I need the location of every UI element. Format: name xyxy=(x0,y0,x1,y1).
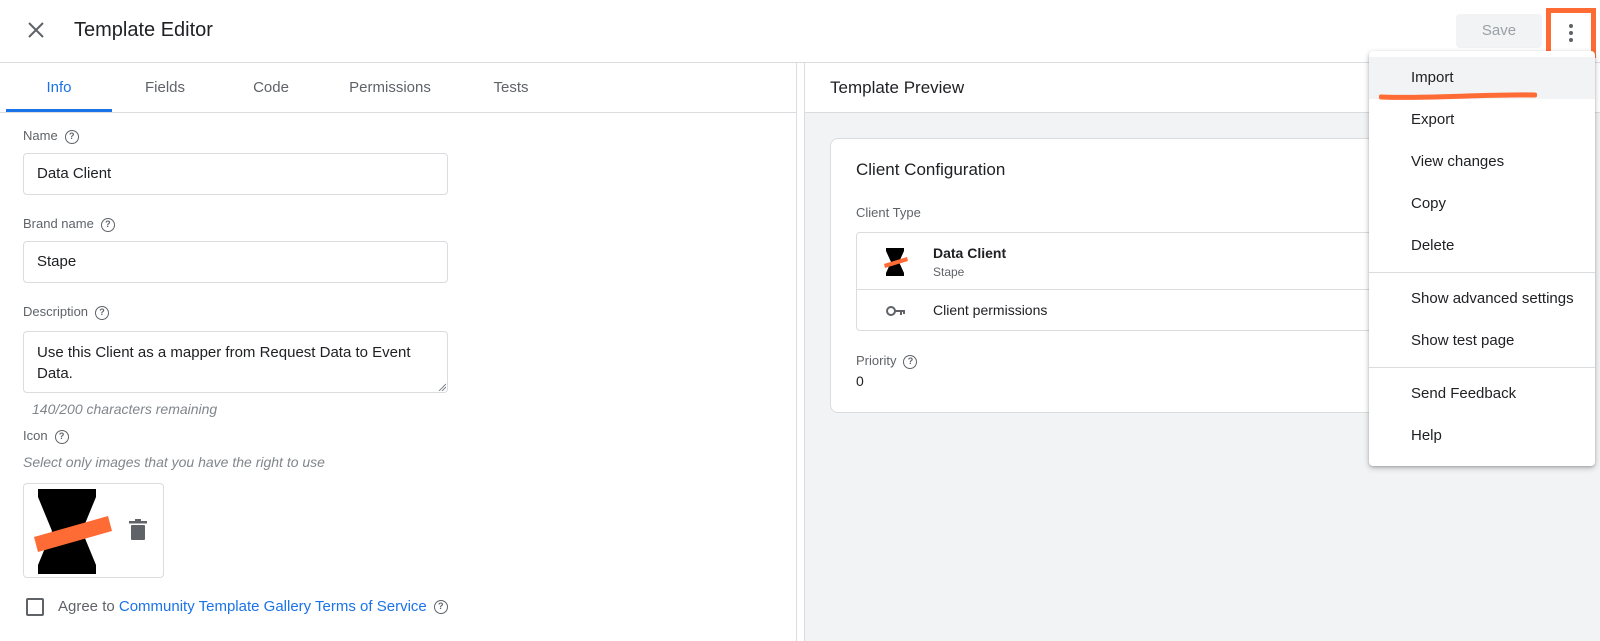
priority-label: Priority? xyxy=(856,353,918,369)
resize-grip-icon[interactable] xyxy=(438,383,446,391)
help-icon[interactable]: ? xyxy=(100,217,115,232)
key-icon xyxy=(886,306,905,316)
icon-label: Icon? xyxy=(23,428,69,444)
save-button[interactable]: Save xyxy=(1456,14,1542,48)
menu-item-delete[interactable]: Delete xyxy=(1369,225,1595,267)
brand-name-label: Brand name? xyxy=(23,216,115,232)
client-type-box: Data Client Stape Client permissions xyxy=(856,232,1436,331)
description-textarea[interactable]: Use this Client as a mapper from Request… xyxy=(23,331,448,393)
card-title: Client Configuration xyxy=(856,160,1006,179)
tab-info[interactable]: Info xyxy=(6,63,112,113)
description-label: Description? xyxy=(23,304,110,320)
menu-item-view-changes[interactable]: View changes xyxy=(1369,141,1595,183)
tab-tests[interactable]: Tests xyxy=(458,63,564,113)
client-type-label: Client Type xyxy=(856,205,921,220)
menu-item-copy[interactable]: Copy xyxy=(1369,183,1595,225)
name-label: Name? xyxy=(23,128,79,144)
help-icon[interactable]: ? xyxy=(54,429,69,444)
menu-divider xyxy=(1369,367,1595,368)
char-count: 140/200 characters remaining xyxy=(32,401,218,417)
trash-icon[interactable] xyxy=(128,519,148,541)
client-brand: Stape xyxy=(933,265,965,279)
preview-title: Template Preview xyxy=(830,78,965,97)
priority-value: 0 xyxy=(856,373,864,389)
client-permissions-label: Client permissions xyxy=(933,302,1048,318)
icon-preview-box xyxy=(23,483,164,578)
terms-link[interactable]: Community Template Gallery Terms of Serv… xyxy=(119,598,427,615)
menu-item-test-page[interactable]: Show test page xyxy=(1369,320,1595,362)
more-vert-icon xyxy=(1569,24,1573,42)
help-icon[interactable]: ? xyxy=(903,354,918,369)
menu-item-export[interactable]: Export xyxy=(1369,99,1595,141)
brand-name-input[interactable]: Stape xyxy=(23,241,448,283)
terms-checkbox[interactable] xyxy=(26,598,44,616)
name-input[interactable]: Data Client xyxy=(23,153,448,195)
menu-item-send-feedback[interactable]: Send Feedback xyxy=(1369,373,1595,415)
client-configuration-card: Client Configuration Client Type Data Cl… xyxy=(830,138,1436,413)
close-icon[interactable] xyxy=(22,16,50,44)
terms-text: Agree to Community Template Gallery Term… xyxy=(58,598,448,615)
menu-item-advanced-settings[interactable]: Show advanced settings xyxy=(1369,278,1595,320)
tab-permissions[interactable]: Permissions xyxy=(330,63,450,113)
help-icon[interactable]: ? xyxy=(95,305,110,320)
active-tab-indicator xyxy=(6,109,112,112)
tab-fields[interactable]: Fields xyxy=(112,63,218,113)
stape-logo-icon xyxy=(34,489,112,574)
overflow-menu: Import Export View changes Copy Delete S… xyxy=(1369,51,1595,466)
page-title: Template Editor xyxy=(74,19,213,41)
client-permissions-row[interactable]: Client permissions xyxy=(857,290,1435,332)
client-name: Data Client xyxy=(933,245,1007,261)
client-type-row[interactable]: Data Client Stape xyxy=(857,233,1435,290)
menu-divider xyxy=(1369,272,1595,273)
stape-logo-icon xyxy=(884,248,908,276)
icon-hint: Select only images that you have the rig… xyxy=(23,454,325,470)
tab-bar: Info Fields Code Permissions Tests xyxy=(0,63,796,113)
info-panel: Info Fields Code Permissions Tests Name?… xyxy=(0,63,797,641)
help-icon[interactable]: ? xyxy=(433,600,448,615)
tab-code[interactable]: Code xyxy=(218,63,324,113)
help-icon[interactable]: ? xyxy=(64,129,79,144)
menu-item-help[interactable]: Help xyxy=(1369,415,1595,457)
top-bar: Template Editor Save xyxy=(0,0,1600,63)
